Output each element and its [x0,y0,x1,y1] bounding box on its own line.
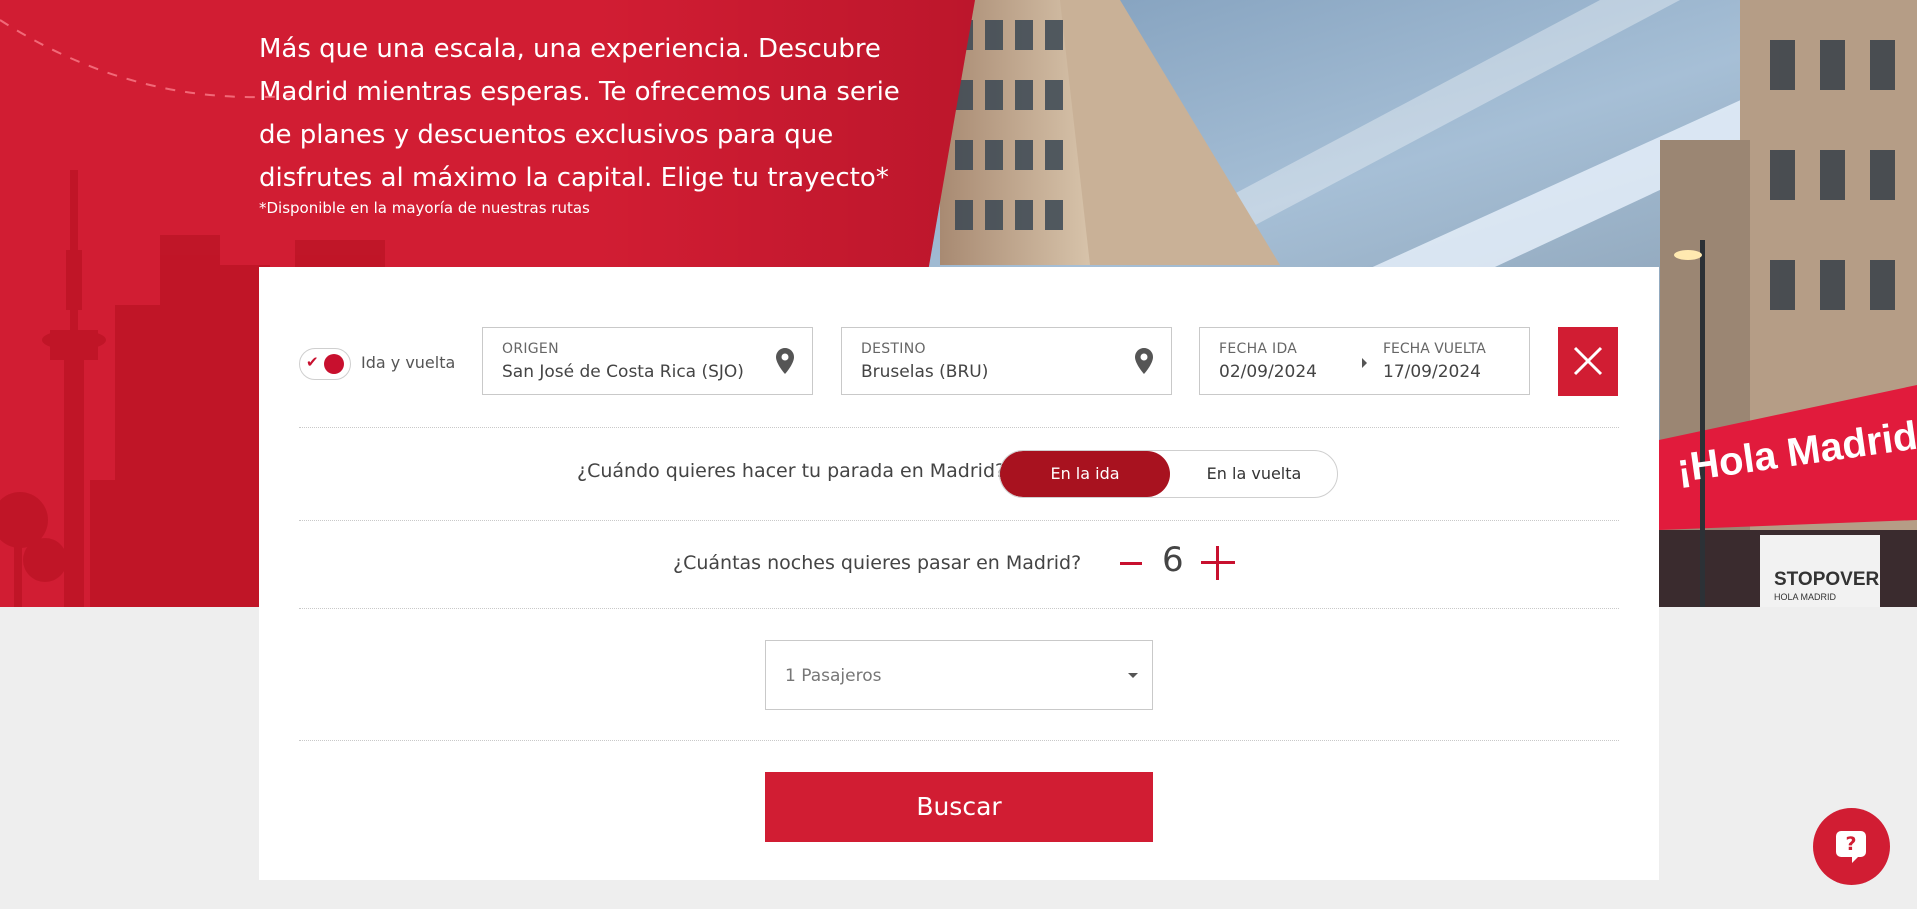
divider [299,608,1619,609]
destination-label: DESTINO [861,341,926,357]
round-trip-toggle[interactable]: ✔ [299,348,351,380]
origin-label: ORIGEN [502,341,559,357]
minus-icon[interactable] [1120,543,1146,583]
round-trip-label: Ida y vuelta [361,353,456,372]
origin-field[interactable]: ORIGEN San José de Costa Rica (SJO) [482,327,813,395]
stopover-logo: STOPOVER [1774,569,1880,590]
return-date-label: FECHA VUELTA [1383,341,1486,357]
passengers-value: 1 Pasajeros [785,666,882,686]
destination-field[interactable]: DESTINO Bruselas (BRU) [841,327,1172,395]
hero-description: Más que una escala, una experiencia. Des… [259,34,900,193]
location-pin-icon [776,348,794,374]
hero-footnote: *Disponible en la mayoría de nuestras ru… [259,199,590,217]
passengers-select[interactable]: 1 Pasajeros [765,640,1153,710]
divider [299,520,1619,521]
check-icon: ✔ [306,353,319,371]
departure-date-label: FECHA IDA [1219,341,1298,357]
divider [299,427,1619,428]
close-icon [1573,346,1603,376]
option-outbound[interactable]: En la ida [1000,451,1170,497]
destination-value: Bruselas (BRU) [861,362,989,382]
return-date-value: 17/09/2024 [1383,362,1481,382]
divider [299,740,1619,741]
stopover-segment-control: En la ida En la vuelta [999,450,1338,498]
plus-icon[interactable] [1201,546,1235,580]
dates-field[interactable]: FECHA IDA 02/09/2024 FECHA VUELTA 17/09/… [1199,327,1530,395]
departure-date-value: 02/09/2024 [1219,362,1317,382]
origin-value: San José de Costa Rica (SJO) [502,362,744,382]
stopover-search-card: ✔ Ida y vuelta ORIGEN San José de Costa … [259,267,1659,880]
arrow-right-icon [1362,358,1367,368]
caret-down-icon [1128,673,1138,678]
location-pin-icon [1135,348,1153,374]
search-button[interactable]: Buscar [765,772,1153,842]
option-return[interactable]: En la vuelta [1170,451,1337,497]
sign-text: ¡Hola Madrid! [1674,412,1917,491]
nights-value: 6 [1162,540,1184,580]
nights-question: ¿Cuántas noches quieres pasar en Madrid? [673,552,1082,574]
stopover-logo-sub: HOLA MADRID [1774,592,1837,602]
close-button[interactable] [1558,327,1618,396]
hola-madrid-sign: ¡Hola Madrid! STOPOVER HOLA MADRID [1674,412,1917,602]
stopover-when-question: ¿Cuándo quieres hacer tu parada en Madri… [577,460,1006,482]
help-chat-button[interactable]: ? [1813,808,1890,885]
